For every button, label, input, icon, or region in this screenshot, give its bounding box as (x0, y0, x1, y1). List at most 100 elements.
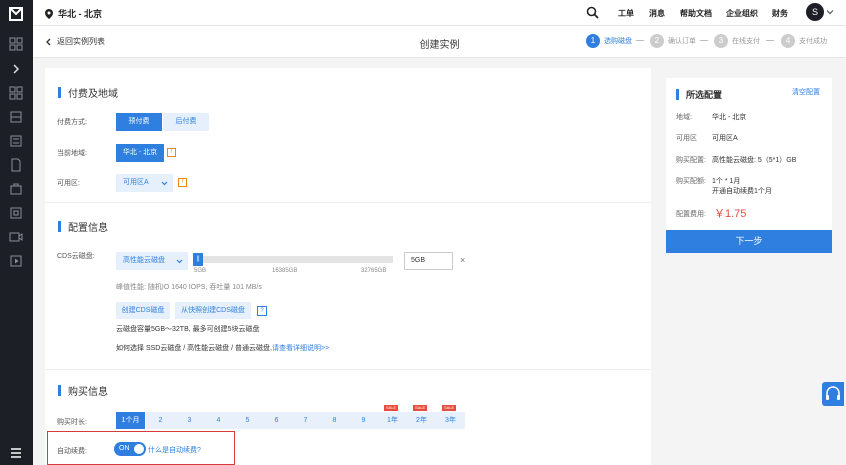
duration-option-1m[interactable]: 1个月 (116, 412, 145, 429)
headset-icon (826, 386, 840, 400)
summary-config-label: 购买配置: (676, 157, 706, 164)
nav-tickets[interactable]: 工单 (618, 8, 634, 19)
summary-region-value: 华北 - 北京 (712, 114, 747, 121)
sale-badge: SALE (442, 405, 457, 411)
config-section-title: 配置信息 (58, 219, 108, 234)
slider-tick-mid: 16385GB (272, 268, 298, 274)
region-label: 华北 - 北京 (58, 9, 102, 19)
remove-disk-icon[interactable]: × (460, 255, 465, 265)
step-4: 4 支付成功 (781, 34, 827, 48)
details-link[interactable]: 请查看详细说明>> (272, 345, 329, 352)
sale-badge: SALE (413, 405, 428, 411)
region-selector[interactable]: 华北 - 北京 (45, 7, 102, 20)
dashboard-icon[interactable] (9, 86, 23, 100)
disk-icon[interactable] (9, 134, 23, 148)
package-icon[interactable] (9, 182, 23, 196)
video-icon[interactable] (9, 230, 23, 244)
capacity-text: 云磁盘容量5GB～32TB, 最多可创建5块云磁盘 (116, 326, 260, 333)
step-number: 3 (714, 34, 728, 48)
chevron-down-icon (161, 181, 168, 186)
duration-option-1y[interactable]: SALE 1年 (378, 405, 407, 429)
nav-messages[interactable]: 消息 (649, 8, 665, 19)
duration-option-6m[interactable]: 6 (262, 412, 291, 429)
duration-option-2m[interactable]: 2 (146, 412, 175, 429)
step-3: 3 在线支付 (714, 34, 760, 48)
size-slider-track[interactable] (196, 256, 393, 263)
grid-icon[interactable] (9, 37, 23, 51)
summary-zone-label: 可用区 (676, 135, 697, 142)
disk-size-input[interactable]: 5GB (404, 252, 453, 270)
disk-type-select[interactable]: 高性能云磁盘 (116, 252, 188, 270)
summary-quota-value: 1个 * 1月 (712, 178, 741, 185)
duration-option-7m[interactable]: 7 (291, 412, 320, 429)
support-button[interactable] (822, 382, 844, 406)
step-number: 4 (781, 34, 795, 48)
summary-auto-renew-value: 开通自动续费1个月 (712, 188, 772, 195)
step-1: 1 选购磁盘 (586, 34, 632, 48)
duration-option-3y[interactable]: SALE 3年 (436, 405, 465, 429)
summary-region-label: 地域: (676, 114, 692, 121)
billing-section-title: 付费及地域 (58, 85, 118, 100)
region-label: 当前地域: (57, 150, 87, 157)
create-from-snapshot-button[interactable]: 从快照创建CDS磁盘 (175, 302, 251, 319)
pay-method-label: 付费方式: (57, 119, 87, 126)
menu-icon[interactable] (9, 446, 23, 460)
server-icon[interactable] (9, 110, 23, 124)
auto-renew-toggle[interactable]: ON (114, 442, 146, 456)
create-cds-button[interactable]: 创建CDS磁盘 (116, 302, 170, 319)
chevron-down-icon (176, 259, 183, 264)
slider-tick-min: 5GB (194, 268, 207, 274)
expand-chevron-icon[interactable] (9, 62, 23, 76)
nav-enterprise[interactable]: 企业组织 (726, 8, 758, 19)
purchase-section-title: 购买信息 (58, 383, 108, 398)
howto-text: 如何选择 SSD云磁盘 / 高性能云磁盘 / 普通云磁盘,请查看详细说明>> (116, 345, 330, 352)
step-number: 1 (586, 34, 600, 48)
size-slider-handle[interactable]: || (193, 253, 203, 266)
image-icon[interactable] (9, 206, 23, 220)
logo-icon[interactable] (6, 4, 26, 24)
what-is-auto-renew-link[interactable]: 什么是自动续费? (148, 445, 201, 455)
left-nav (0, 0, 33, 465)
nav-finance[interactable]: 财务 (772, 8, 788, 19)
duration-option-9m[interactable]: 9 (349, 412, 378, 429)
location-pin-icon (45, 8, 53, 19)
summary-zone-value: 可用区A (712, 135, 738, 142)
prepaid-button[interactable]: 预付费 (116, 113, 162, 131)
duration-option-3m[interactable]: 3 (175, 412, 204, 429)
slider-tick-max: 32765GB (361, 268, 387, 274)
duration-option-2y[interactable]: SALE 2年 (407, 405, 436, 429)
cds-label: CDS云磁盘: (57, 253, 95, 260)
clear-config-link[interactable]: 清空配置 (792, 87, 820, 97)
step-2: 2 确认订单 (650, 34, 696, 48)
sale-badge: SALE (384, 405, 399, 411)
nav-help-docs[interactable]: 帮助文档 (680, 8, 712, 19)
order-form: 付费及地域 付费方式: 预付费 后付费 当前地域: 华北 - 北京 ! 可用区:… (45, 68, 651, 465)
step-label: 选购磁盘 (604, 38, 632, 45)
region-warning-icon[interactable]: ! (167, 148, 176, 157)
zone-label: 可用区: (57, 180, 80, 187)
step-number: 2 (650, 34, 664, 48)
search-icon[interactable] (586, 6, 599, 19)
avatar[interactable]: S (806, 3, 824, 21)
summary-config-value: 高性能云磁盘: 5（5*1）GB (712, 157, 797, 164)
summary-title: 所选配置 (676, 88, 722, 101)
auto-renew-label: 自动续费: (57, 448, 87, 455)
sub-header: 返回实例列表 创建实例 1 选购磁盘 2 确认订单 3 在线支付 4 支付成功 (33, 26, 846, 58)
zone-select[interactable]: 可用区A (116, 174, 173, 192)
summary-panel: 所选配置 清空配置 地域: 华北 - 北京 可用区 可用区A 购买配置: 高性能… (666, 78, 832, 253)
summary-quota-label: 购买配额: (676, 178, 706, 185)
step-label: 确认订单 (668, 38, 696, 45)
zone-warning-icon[interactable]: ! (178, 178, 187, 187)
document-icon[interactable] (9, 158, 23, 172)
help-icon[interactable]: ? (257, 306, 267, 316)
next-step-button[interactable]: 下一步 (666, 230, 832, 253)
duration-option-8m[interactable]: 8 (320, 412, 349, 429)
duration-option-5m[interactable]: 5 (233, 412, 262, 429)
duration-label: 购买时长: (57, 419, 87, 426)
chevron-down-icon[interactable] (826, 8, 834, 16)
perf-text: 峰值性能: 随机IO 1640 IOPS, 吞吐量 101 MB/s (116, 284, 262, 291)
duration-option-4m[interactable]: 4 (204, 412, 233, 429)
postpaid-button[interactable]: 后付费 (163, 113, 209, 131)
play-icon[interactable] (9, 254, 23, 268)
region-button[interactable]: 华北 - 北京 (116, 144, 164, 162)
